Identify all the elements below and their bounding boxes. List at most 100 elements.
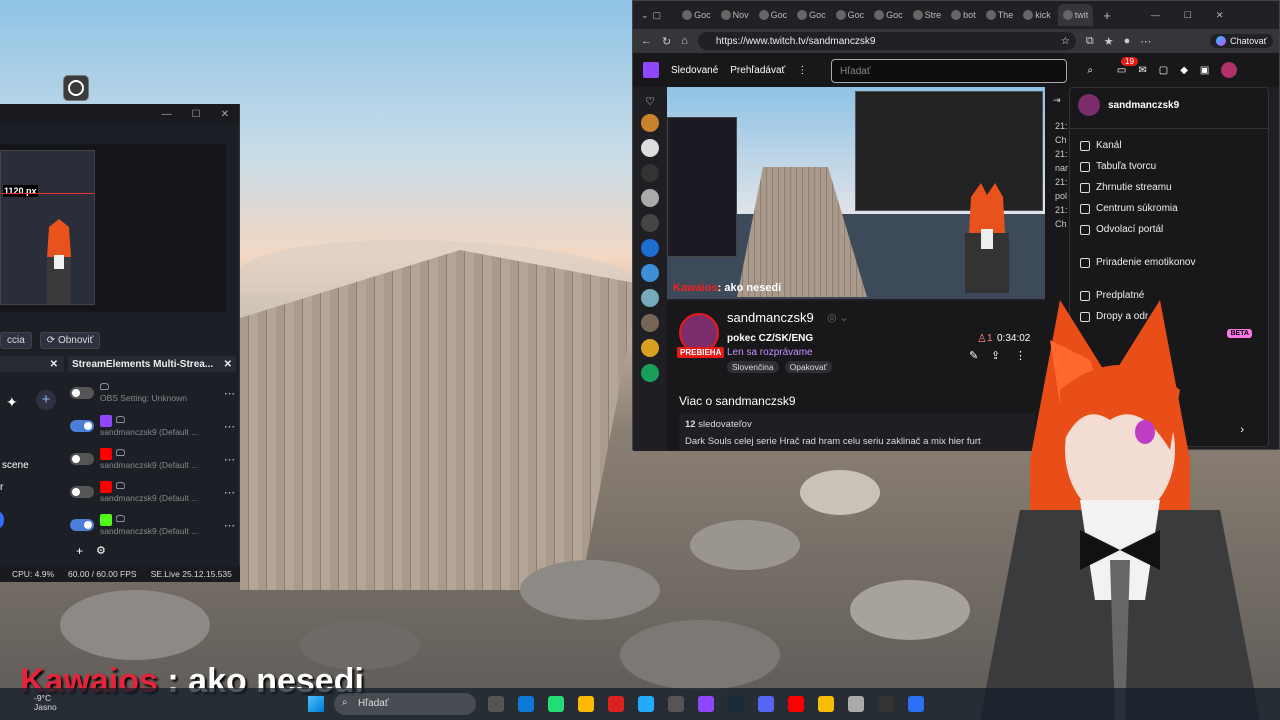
profile-icon[interactable]: ● xyxy=(1124,35,1131,47)
steam-icon[interactable] xyxy=(728,696,744,712)
browser-tab[interactable]: The xyxy=(983,4,1017,26)
back-icon[interactable]: ← xyxy=(641,35,652,47)
stream-icon[interactable] xyxy=(848,696,864,712)
browser-tab[interactable]: kick xyxy=(1020,4,1054,26)
maximize-icon[interactable]: ☐ xyxy=(192,109,201,120)
apply-button[interactable]: ccia xyxy=(0,331,32,349)
tag[interactable]: Opakovať xyxy=(784,361,832,373)
inbox-icon[interactable]: ▭ xyxy=(1117,65,1126,76)
extensions-icon[interactable]: ⧉ xyxy=(1086,35,1094,48)
favorites-icon[interactable]: ★ xyxy=(1104,35,1114,48)
search-icon[interactable]: ⌕ xyxy=(1087,65,1093,76)
collapse-chat-icon[interactable]: ⇥ xyxy=(1053,95,1061,106)
destination-more-icon[interactable]: ⋯ xyxy=(224,453,235,466)
browser-tab[interactable]: Nov xyxy=(718,4,752,26)
menu-user-header[interactable]: sandmanczsk9 xyxy=(1070,88,1268,122)
menu-item[interactable]: Odvolací portál xyxy=(1070,219,1268,240)
settings-icon[interactable]: ⚙ xyxy=(96,544,106,557)
explorer-icon[interactable] xyxy=(578,696,594,712)
streamer-name[interactable]: sandmanczsk9 xyxy=(727,310,814,325)
dock-close-icon[interactable]: ✕ xyxy=(224,359,232,370)
home-icon[interactable]: ⌂ xyxy=(681,35,688,47)
new-tab-icon[interactable]: + xyxy=(1103,8,1111,23)
menu-item[interactable]: Centrum súkromia xyxy=(1070,198,1268,219)
desktop-app-icon[interactable] xyxy=(63,75,89,101)
more-icon[interactable]: ⋮ xyxy=(797,65,807,76)
destination-row[interactable]: 🖵 OBS Setting: Unknown ⋯ xyxy=(70,378,235,408)
store-icon[interactable] xyxy=(548,696,564,712)
channel-avatar[interactable] xyxy=(641,239,659,257)
destination-row[interactable]: 🖵 sandmanczsk9 (Default ... ⋯ xyxy=(70,477,235,507)
destination-row[interactable]: 🖵 sandmanczsk9 (Default ... ⋯ xyxy=(70,444,235,474)
destination-more-icon[interactable]: ⋯ xyxy=(224,486,235,499)
destination-toggle[interactable] xyxy=(70,453,94,465)
channel-avatar[interactable] xyxy=(641,139,659,157)
menu-item[interactable]: Kanál xyxy=(1070,135,1268,156)
tag[interactable]: Slovenčina xyxy=(727,361,779,373)
edge-icon[interactable] xyxy=(518,696,534,712)
browser-tab[interactable]: Goc xyxy=(794,4,829,26)
reload-icon[interactable]: ↻ xyxy=(662,35,671,48)
add-icon[interactable]: + xyxy=(36,390,56,410)
channel-avatar[interactable] xyxy=(641,214,659,232)
browser-tab[interactable]: Stre xyxy=(910,4,945,26)
close-icon[interactable]: ✕ xyxy=(221,109,229,120)
menu-item[interactable]: Zhrnutie streamu xyxy=(1070,177,1268,198)
stream-category[interactable]: Len sa rozprávame xyxy=(727,347,813,358)
browser-tab[interactable]: Goc xyxy=(833,4,868,26)
weather-widget[interactable]: -9°C Jasno xyxy=(34,693,57,713)
channel-avatar[interactable] xyxy=(641,189,659,207)
destination-more-icon[interactable]: ⋯ xyxy=(224,420,235,433)
twitch-logo-icon[interactable] xyxy=(643,62,659,78)
twitch-search-input[interactable]: Hľadať xyxy=(831,59,1067,83)
url-field[interactable]: https://www.twitch.tv/sandmanczsk9 ☆ xyxy=(697,32,1076,50)
tab-list-icon[interactable]: ⌄ xyxy=(641,10,649,21)
channel-avatar[interactable] xyxy=(641,364,659,382)
destination-more-icon[interactable]: ⋯ xyxy=(224,387,235,400)
sparkle-icon[interactable]: ✦ xyxy=(6,394,18,411)
browser-tab[interactable]: twit xyxy=(1057,4,1094,26)
vpn-icon[interactable] xyxy=(668,696,684,712)
browser-tab[interactable]: Goc xyxy=(679,4,714,26)
more-icon[interactable]: ⋯ xyxy=(1140,35,1151,48)
destination-toggle[interactable] xyxy=(70,420,94,432)
browser-tab[interactable]: Goc xyxy=(756,4,791,26)
browser-tab[interactable]: bot xyxy=(948,4,979,26)
minimize-icon[interactable]: — xyxy=(162,109,172,120)
destination-toggle[interactable] xyxy=(70,486,94,498)
app-icon[interactable] xyxy=(908,696,924,712)
chrome-icon[interactable] xyxy=(818,696,834,712)
browser-tab[interactable]: Goc xyxy=(871,4,906,26)
files-icon[interactable] xyxy=(488,696,504,712)
bookmark-icon[interactable]: ☆ xyxy=(1061,36,1070,47)
discord-icon[interactable] xyxy=(758,696,774,712)
close-icon[interactable]: ✕ xyxy=(1216,10,1224,21)
gift-icon[interactable]: ▣ xyxy=(1200,65,1209,76)
minimize-icon[interactable]: — xyxy=(1151,10,1160,20)
drop-icon[interactable]: ◆ xyxy=(1180,65,1188,76)
obs-icon[interactable] xyxy=(878,696,894,712)
destination-toggle[interactable] xyxy=(70,519,94,531)
youtube-icon[interactable] xyxy=(788,696,804,712)
menu-item[interactable]: Priradenie emotikonov xyxy=(1070,252,1268,273)
acrobat-icon[interactable] xyxy=(608,696,624,712)
channel-avatar[interactable] xyxy=(641,289,659,307)
taskbar-search[interactable]: ⌕ Hľadať xyxy=(334,693,476,715)
nav-browse[interactable]: Prehľadávať xyxy=(730,65,785,76)
refresh-button[interactable]: ⟳ Obnoviť xyxy=(39,331,101,349)
vtuber-icon[interactable] xyxy=(638,696,654,712)
chat-button[interactable]: Chatovať xyxy=(1210,34,1273,48)
destination-row[interactable]: 🖵 sandmanczsk9 (Default ... ⋯ xyxy=(70,411,235,441)
channel-avatar[interactable] xyxy=(641,339,659,357)
chat-icon[interactable]: ▢ xyxy=(1159,65,1168,76)
add-destination-icon[interactable]: + xyxy=(76,544,83,558)
stream-player[interactable]: Kawaios: ako nesedi xyxy=(667,87,1045,299)
dock-close-icon[interactable]: ✕ xyxy=(50,359,58,370)
twitch-icon[interactable] xyxy=(698,696,714,712)
destination-toggle[interactable] xyxy=(70,387,94,399)
channel-avatar[interactable] xyxy=(641,114,659,132)
mail-icon[interactable]: ✉ xyxy=(1138,65,1146,76)
user-avatar-icon[interactable] xyxy=(1221,62,1238,78)
heart-icon[interactable]: ♡ xyxy=(633,95,667,108)
nav-following[interactable]: Sledované xyxy=(671,65,718,76)
